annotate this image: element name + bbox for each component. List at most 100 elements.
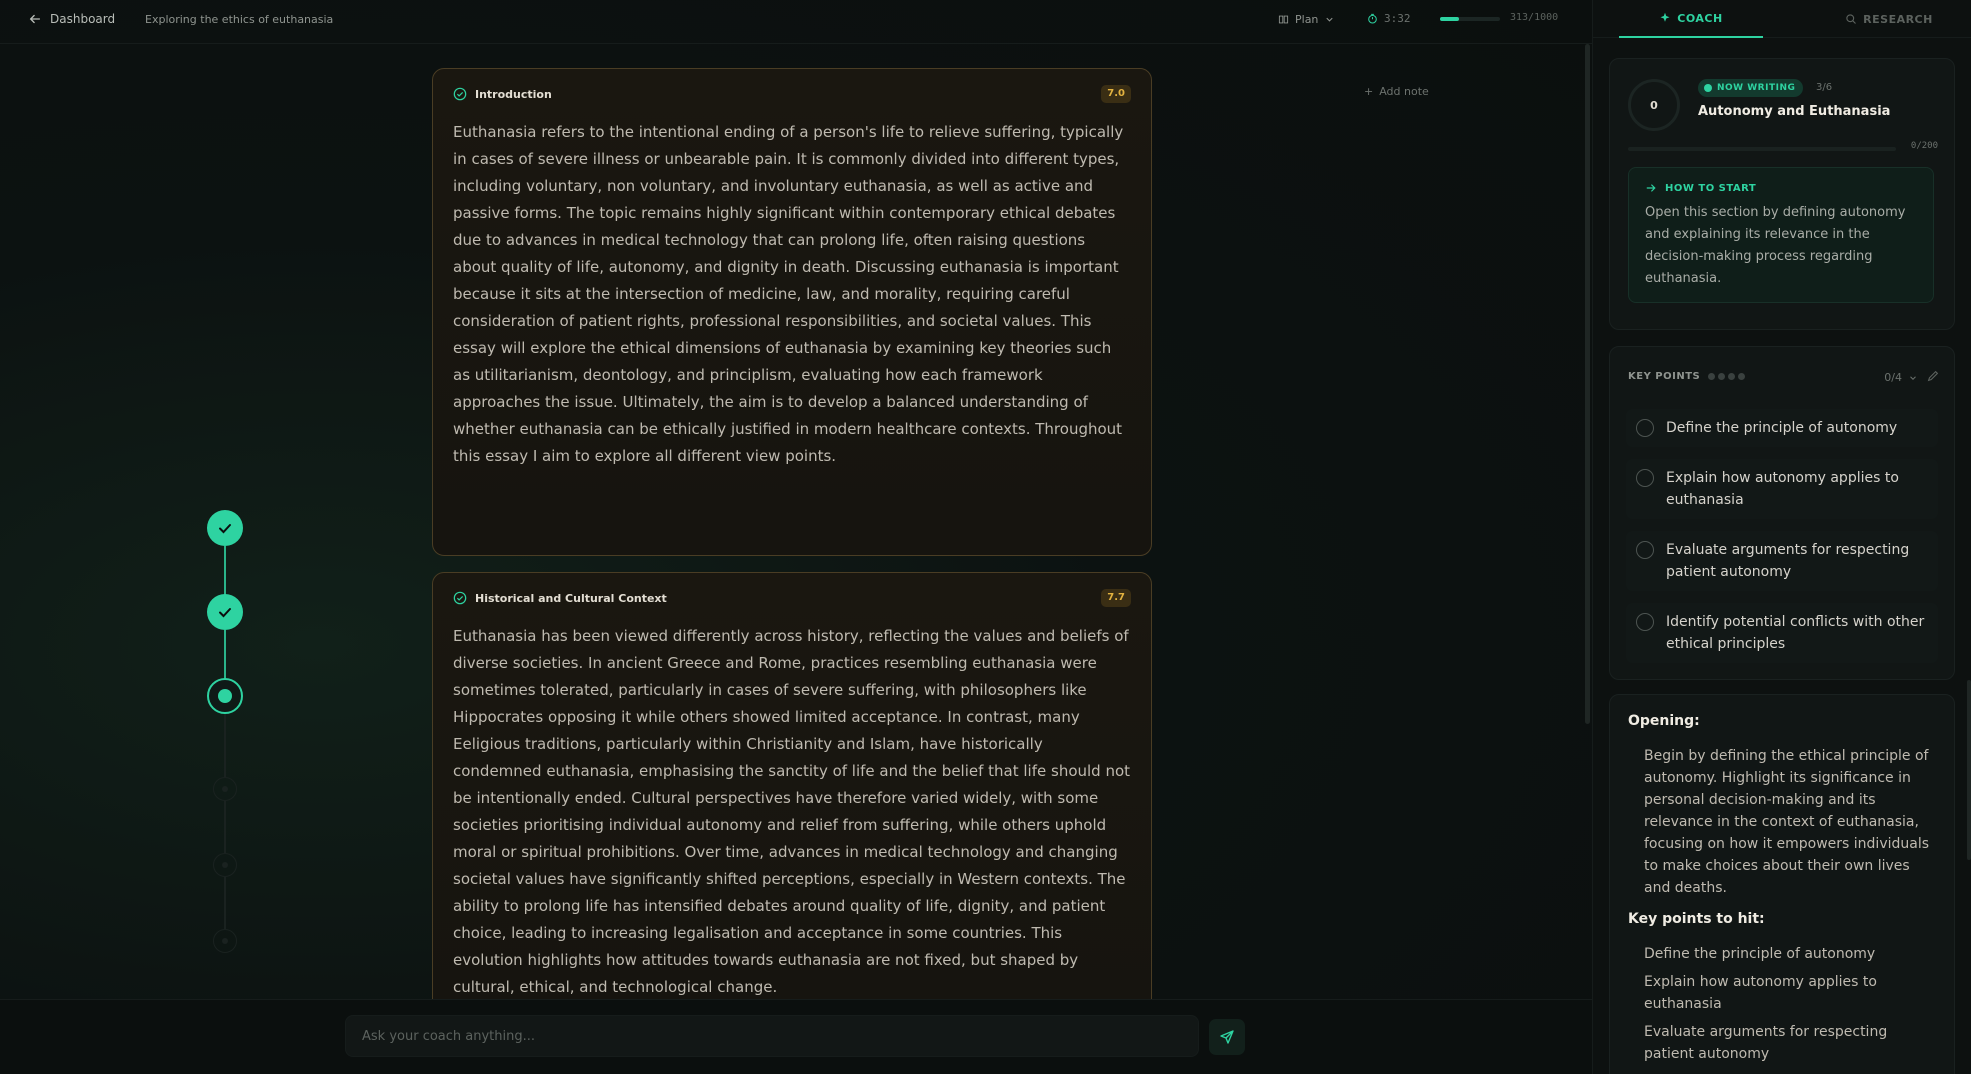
check-icon — [219, 524, 231, 534]
key-points-heading: Key points to hit: — [1628, 911, 1765, 927]
plus-icon: + — [1364, 85, 1374, 98]
arrow-right-icon — [1646, 184, 1656, 192]
tab-research[interactable]: RESEARCH — [1839, 0, 1939, 38]
timeline-step-2[interactable] — [207, 594, 243, 630]
pencil-icon[interactable] — [1926, 369, 1940, 383]
key-points-label: KEY POINTS — [1628, 371, 1701, 382]
key-point-text: Define the principle of autonomy — [1666, 420, 1898, 436]
back-label: Dashboard — [50, 12, 116, 26]
how-to-start-text: Open this section by defining autonomy a… — [1645, 205, 1906, 286]
now-writing-panel: 0 NOW WRITING 3/6 Autonomy and Euthanasi… — [1609, 58, 1955, 330]
back-to-dashboard-link[interactable]: Dashboard — [28, 12, 115, 26]
key-point-item[interactable]: Explain how autonomy applies to euthanas… — [1626, 459, 1938, 519]
chevron-down-icon — [1910, 375, 1916, 380]
timeline-connector — [224, 630, 226, 679]
guide-key-point: Explain how autonomy applies to euthanas… — [1644, 974, 1877, 1012]
key-point-item[interactable]: Evaluate arguments for respecting patien… — [1626, 531, 1938, 591]
how-to-start-box: HOW TO START Open this section by defini… — [1628, 167, 1934, 303]
add-note-button[interactable]: + Add note — [1364, 85, 1429, 98]
status-dot-icon — [1704, 84, 1712, 92]
timeline-step-6[interactable] — [213, 929, 237, 953]
guide-key-point: Define the principle of autonomy — [1644, 946, 1876, 962]
plan-button[interactable]: Plan — [1268, 8, 1345, 30]
section-card-historical-context[interactable]: Historical and Cultural Context 7.7 Euth… — [432, 572, 1152, 1032]
section-guide-panel: Opening: Begin by defining the ethical p… — [1609, 694, 1955, 1074]
editor-area: Dashboard Exploring the ethics of euthan… — [0, 0, 1592, 1074]
section-timeline — [206, 510, 244, 953]
stopwatch-icon — [1368, 13, 1377, 24]
key-point-text: Evaluate arguments for respecting patien… — [1666, 542, 1910, 580]
tab-label: RESEARCH — [1863, 12, 1933, 26]
key-point-checkbox[interactable] — [1636, 541, 1654, 559]
tab-coach[interactable]: COACH — [1619, 0, 1763, 38]
key-point-text: Explain how autonomy applies to euthanas… — [1666, 470, 1899, 508]
now-writing-badge: NOW WRITING — [1698, 79, 1804, 97]
section-counter: 3/6 — [1816, 82, 1833, 93]
check-circle-icon — [453, 87, 467, 101]
timeline-step-5[interactable] — [213, 853, 237, 877]
plan-label: Plan — [1295, 12, 1319, 26]
key-point-checkbox[interactable] — [1636, 469, 1654, 487]
word-progress-bar — [1440, 17, 1500, 21]
how-to-start-label: HOW TO START — [1665, 182, 1757, 194]
coach-chat-bar — [0, 999, 1592, 1074]
guide-key-point: Evaluate arguments for respecting patien… — [1644, 1024, 1888, 1062]
section-text[interactable]: Euthanasia has been viewed differently a… — [453, 623, 1131, 1001]
check-icon — [219, 608, 231, 618]
check-circle-icon — [453, 591, 467, 605]
word-count: 313/1000 — [1510, 12, 1559, 23]
sparkle-icon — [1660, 12, 1670, 22]
timeline-connector — [224, 801, 226, 853]
session-timer: 3:32 — [1367, 12, 1411, 25]
timeline-step-4[interactable] — [213, 777, 237, 801]
word-progress-fill — [1440, 17, 1459, 21]
section-text[interactable]: Euthanasia refers to the intentional end… — [453, 119, 1131, 470]
how-to-start-header: HOW TO START — [1645, 182, 1917, 194]
timeline-step-1[interactable] — [207, 510, 243, 546]
send-button[interactable] — [1209, 1019, 1245, 1055]
key-points-toggle[interactable]: 0/4 — [1884, 371, 1918, 384]
coach-chat-input[interactable] — [345, 1015, 1199, 1057]
key-point-item[interactable]: Identify potential conflicts with other … — [1626, 603, 1938, 663]
tab-label: COACH — [1677, 11, 1723, 25]
timeline-connector — [224, 546, 226, 595]
search-icon — [1846, 14, 1857, 24]
book-icon — [1278, 15, 1289, 23]
current-section-title: Autonomy and Euthanasia — [1698, 104, 1891, 119]
key-point-checkbox[interactable] — [1636, 613, 1654, 631]
chevron-down-icon — [1326, 17, 1334, 22]
add-note-label: Add note — [1379, 85, 1429, 98]
document-title: Exploring the ethics of euthanasia — [145, 13, 334, 26]
key-points-header: KEY POINTS — [1628, 371, 1746, 382]
timeline-connector — [224, 714, 226, 777]
section-score-badge: 7.0 — [1101, 85, 1131, 103]
timeline-step-3[interactable] — [207, 678, 243, 714]
opening-text: Begin by defining the ethical principle … — [1644, 748, 1930, 896]
section-word-count: 0/200 — [1910, 141, 1938, 151]
send-icon — [1220, 1030, 1234, 1044]
editor-scrollbar[interactable] — [1585, 44, 1590, 724]
key-point-item[interactable]: Define the principle of autonomy — [1626, 409, 1938, 447]
key-points-count: 0/4 — [1884, 371, 1902, 384]
key-points-progress-dots — [1708, 373, 1746, 380]
key-points-panel: KEY POINTS 0/4 Define the principle of a… — [1609, 346, 1955, 680]
timeline-connector — [224, 877, 226, 929]
section-title: Historical and Cultural Context — [475, 591, 667, 605]
section-header: Historical and Cultural Context — [453, 591, 667, 605]
arrow-left-icon — [29, 14, 41, 24]
section-header: Introduction — [453, 87, 552, 101]
badge-label: NOW WRITING — [1717, 83, 1796, 93]
section-progress-bar — [1628, 147, 1896, 151]
section-title: Introduction — [475, 87, 552, 101]
sidebar-tabs: COACH RESEARCH — [1593, 0, 1971, 38]
coach-sidebar: COACH RESEARCH 0 NOW WRITING 3/6 Autonom… — [1592, 0, 1971, 1074]
sidebar-scrollbar[interactable] — [1967, 680, 1971, 860]
top-bar: Dashboard Exploring the ethics of euthan… — [0, 0, 1592, 44]
section-word-ring: 0 — [1628, 79, 1680, 131]
key-point-text: Identify potential conflicts with other … — [1666, 614, 1925, 652]
section-card-introduction[interactable]: Introduction 7.0 Euthanasia refers to th… — [432, 68, 1152, 556]
key-point-checkbox[interactable] — [1636, 419, 1654, 437]
opening-heading: Opening: — [1628, 713, 1700, 729]
timer-value: 3:32 — [1384, 12, 1411, 25]
section-score-badge: 7.7 — [1101, 589, 1131, 607]
